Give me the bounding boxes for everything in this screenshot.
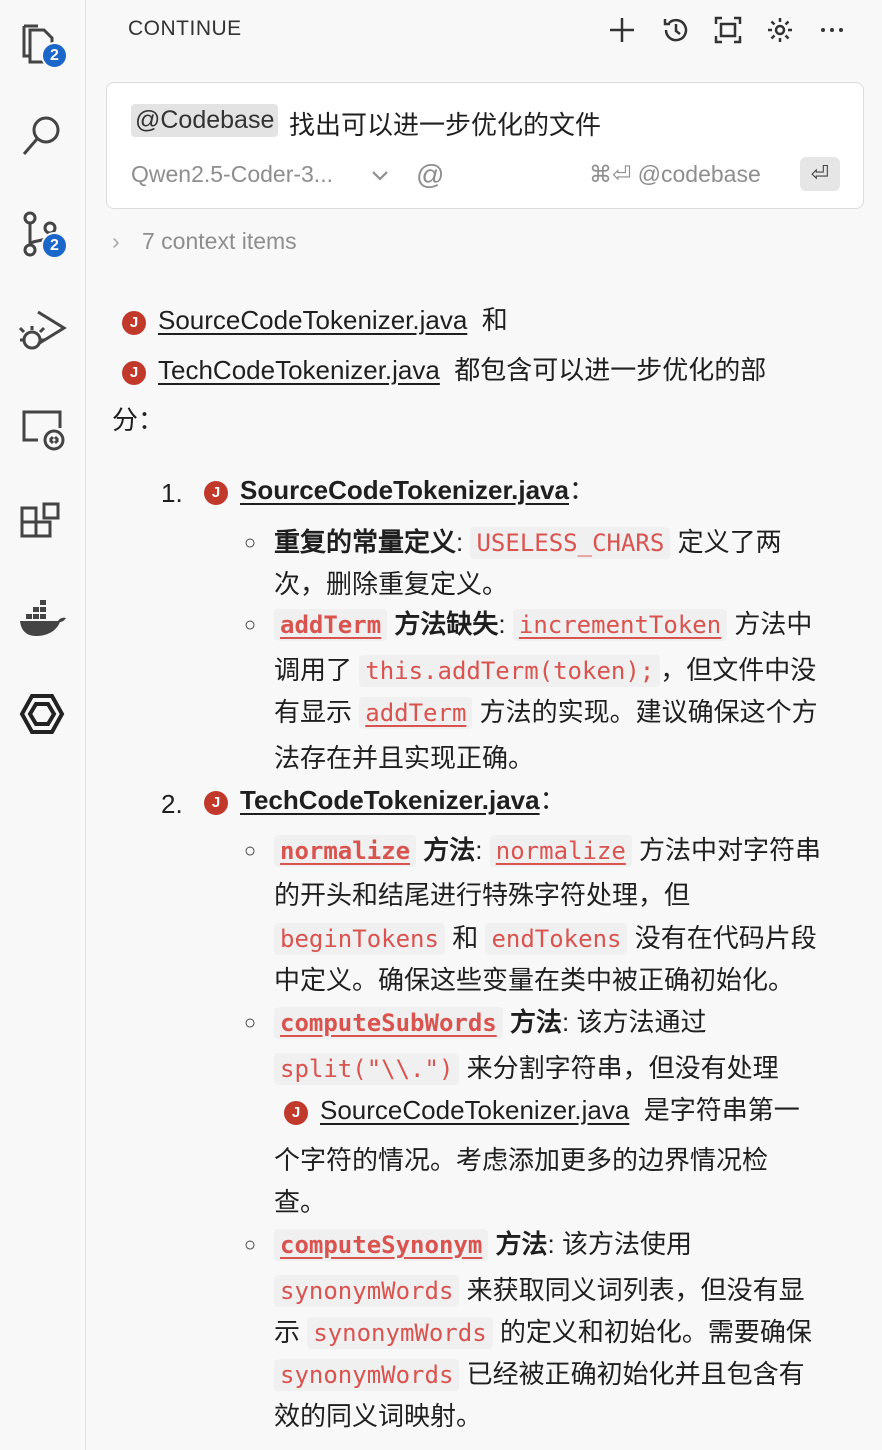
list-item: computeSubWords 方法: 该方法通过 — [274, 1007, 706, 1039]
explorer-badge: 2 — [41, 42, 68, 69]
explorer-icon[interactable]: 2 — [12, 14, 72, 74]
new-session-icon[interactable] — [604, 12, 640, 48]
codebase-shortcut-hint[interactable]: ⌘⏎ @codebase — [589, 161, 761, 188]
code-link[interactable]: addTerm — [274, 609, 388, 641]
bullet-icon: ○ — [244, 1234, 257, 1256]
java-file-icon: J — [122, 311, 146, 335]
extensions-icon[interactable] — [12, 494, 72, 554]
java-file-icon: J — [122, 361, 146, 385]
run-debug-icon[interactable] — [12, 298, 72, 358]
chat-input-box[interactable]: @Codebase 找出可以进一步优化的文件 Qwen2.5-Coder-3..… — [106, 82, 864, 209]
list-item-cont: J SourceCodeTokenizer.java 是字符串第一 — [284, 1097, 800, 1125]
list-item-cont: beginTokens 和 endTokens 没有在代码片段 — [274, 923, 817, 955]
code-link[interactable]: normalize — [274, 835, 417, 867]
panel-title: CONTINUE — [128, 17, 242, 40]
source-control-icon[interactable]: 2 — [12, 204, 72, 264]
code-link[interactable]: computeSynonym — [274, 1229, 489, 1261]
file-link[interactable]: SourceCodeTokenizer.java — [240, 475, 569, 505]
docker-icon[interactable] — [12, 590, 72, 650]
bullet-icon: ○ — [244, 532, 257, 554]
continue-icon[interactable] — [12, 684, 72, 744]
model-selector[interactable]: Qwen2.5-Coder-3... — [131, 161, 333, 188]
list-item-cont: 的开头和结尾进行特殊字符处理，但 — [274, 880, 691, 910]
list-item: normalize 方法: normalize 方法中对字符串 — [274, 835, 821, 867]
code-link[interactable]: incrementToken — [512, 609, 728, 641]
file-link[interactable]: TechCodeTokenizer.java — [158, 355, 440, 385]
list-item-cont: 法存在并且实现正确。 — [274, 743, 535, 773]
file-link[interactable]: TechCodeTokenizer.java — [240, 785, 540, 815]
java-file-icon: J — [204, 791, 228, 815]
remote-explorer-icon[interactable] — [12, 398, 72, 458]
bullet-icon: ○ — [244, 840, 257, 862]
list-number: 1. — [161, 478, 183, 508]
list-item: addTerm 方法缺失: incrementToken 方法中 — [274, 609, 812, 641]
list-item-cont: 中定义。确保这些变量在类中被正确初始化。 — [274, 965, 795, 995]
bullet-icon: ○ — [244, 614, 257, 636]
search-icon[interactable] — [12, 106, 72, 166]
java-file-icon: J — [204, 481, 228, 505]
context-items-toggle[interactable]: › 7 context items — [112, 228, 297, 255]
list-item-cont: 次，删除重复定义。 — [274, 569, 509, 599]
item2-heading: J TechCodeTokenizer.java： — [204, 787, 566, 815]
settings-gear-icon[interactable] — [762, 12, 798, 48]
submit-button[interactable]: ⏎ — [800, 157, 840, 191]
list-item-cont: 个字符的情况。考虑添加更多的边界情况检 — [274, 1145, 769, 1175]
list-item-cont: 效的同义词映射。 — [274, 1401, 483, 1431]
bullet-icon: ○ — [244, 1012, 257, 1034]
more-actions-icon[interactable] — [814, 12, 850, 48]
code-link[interactable]: computeSubWords — [274, 1007, 503, 1039]
list-item: computeSynonym 方法: 该方法使用 — [274, 1229, 692, 1261]
codebase-mention-chip[interactable]: @Codebase — [131, 104, 279, 137]
code-link[interactable]: normalize — [489, 835, 632, 867]
file-link[interactable]: SourceCodeTokenizer.java — [158, 305, 467, 335]
context-items-label: 7 context items — [142, 228, 297, 254]
intro-line-1: J SourceCodeTokenizer.java 和 — [122, 307, 508, 335]
list-item-cont: synonymWords 来获取同义词列表，但没有显 — [274, 1275, 805, 1307]
item1-heading: J SourceCodeTokenizer.java： — [204, 477, 595, 505]
activity-bar: 2 2 — [0, 0, 86, 1450]
chevron-right-icon: › — [112, 228, 120, 254]
panel-header: CONTINUE — [87, 0, 882, 62]
prompt-text[interactable]: 找出可以进一步优化的文件 — [289, 105, 601, 142]
list-item-cont: 查。 — [274, 1187, 327, 1217]
file-link[interactable]: SourceCodeTokenizer.java — [320, 1095, 629, 1125]
list-item-cont: synonymWords 已经被正确初始化并且包含有 — [274, 1359, 805, 1391]
list-item-cont: 调用了 this.addTerm(token); ，但文件中没 — [274, 655, 817, 687]
history-icon[interactable] — [658, 12, 694, 48]
chevron-down-icon[interactable] — [369, 167, 391, 185]
list-item: 重复的常量定义: USELESS_CHARS 定义了两 — [274, 527, 782, 559]
enter-icon: ⏎ — [810, 161, 830, 186]
scm-badge: 2 — [41, 232, 68, 259]
list-number: 2. — [161, 789, 183, 819]
list-item-cont: 示 synonymWords 的定义和初始化。需要确保 — [274, 1317, 812, 1349]
intro-line-2: J TechCodeTokenizer.java 都包含可以进一步优化的部 — [122, 357, 766, 385]
code-link[interactable]: addTerm — [359, 697, 473, 729]
fullscreen-icon[interactable] — [710, 12, 746, 48]
intro-line-3: 分： — [112, 405, 165, 435]
at-mention-icon[interactable]: @ — [416, 159, 444, 191]
list-item-cont: split("\\.") 来分割字符串，但没有处理 — [274, 1053, 779, 1085]
java-file-icon: J — [284, 1101, 308, 1125]
list-item-cont: 有显示 addTerm 方法的实现。建议确保这个方 — [274, 697, 818, 729]
